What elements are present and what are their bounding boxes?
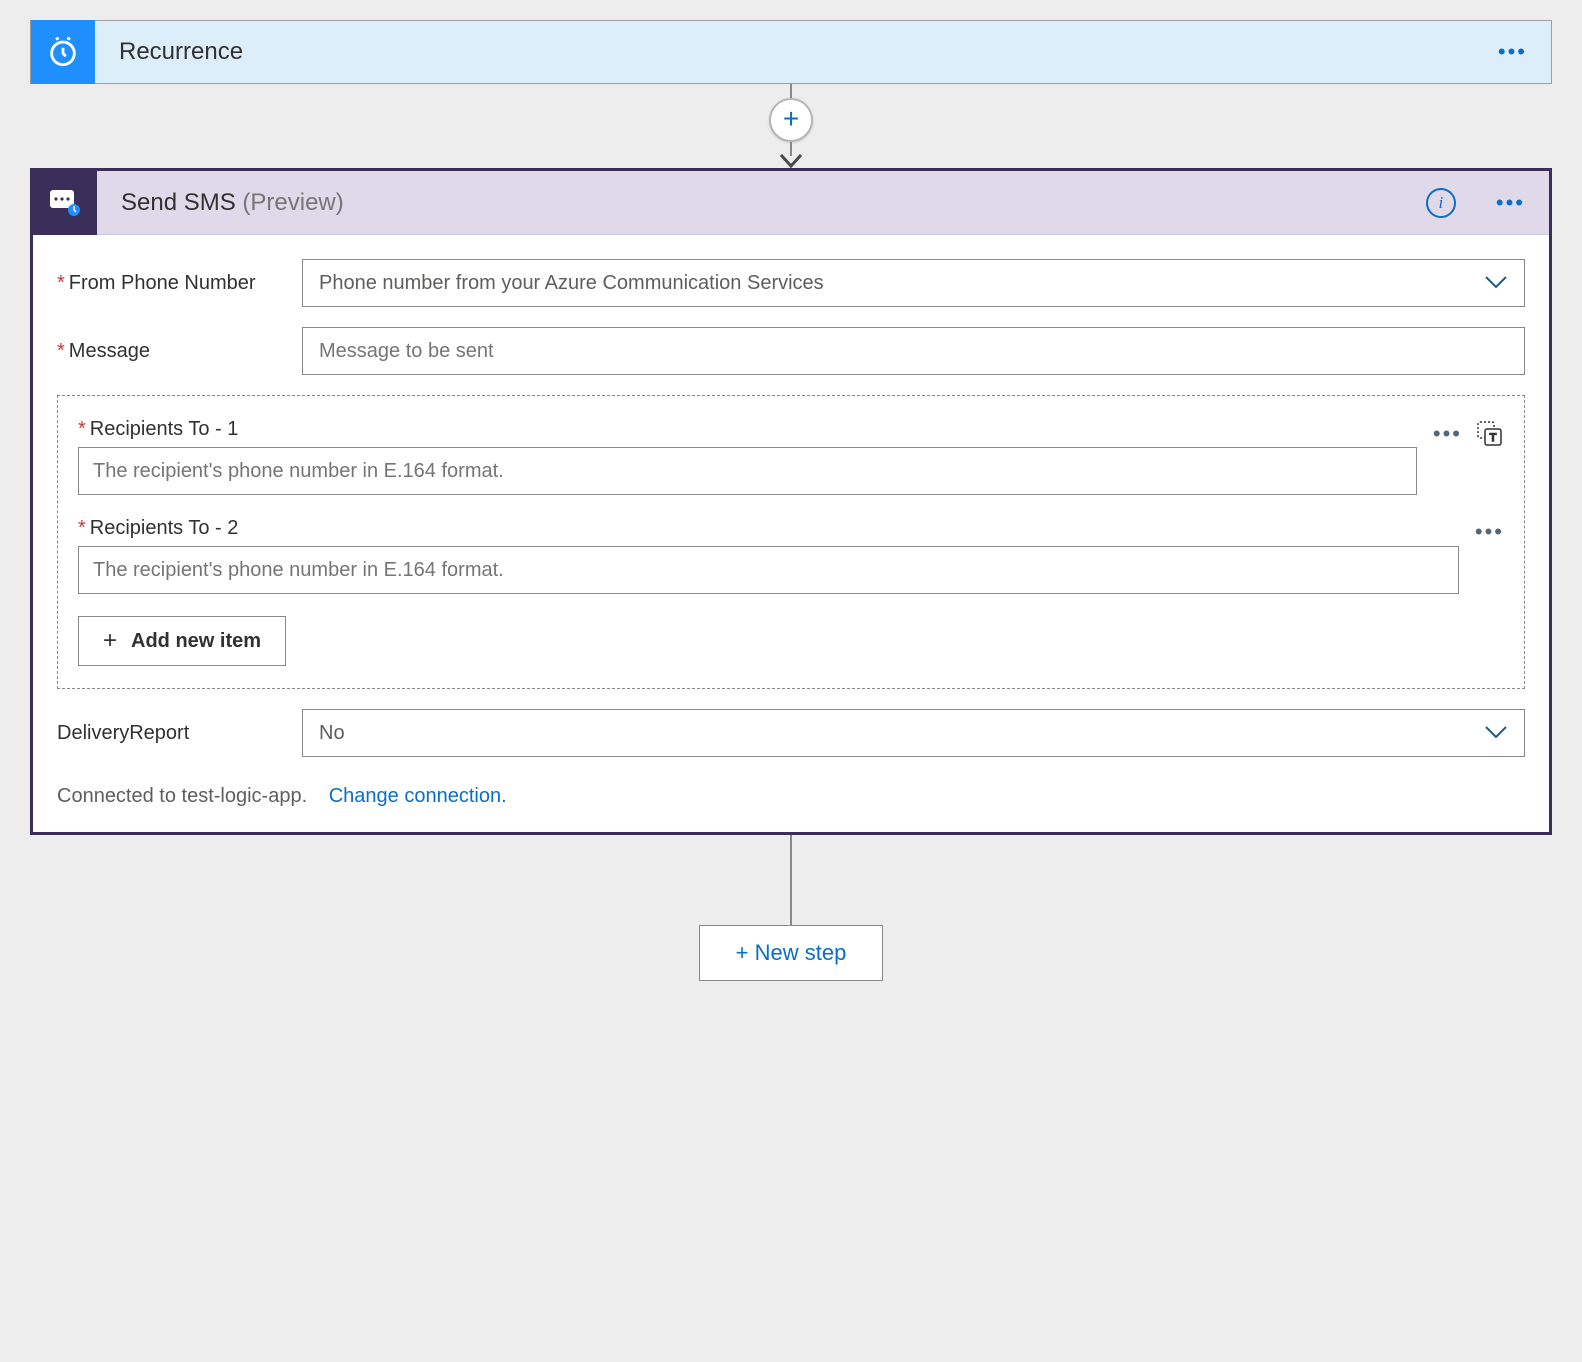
delivery-report-value: No bbox=[319, 722, 345, 745]
send-sms-header[interactable]: Send SMS (Preview) i ••• bbox=[33, 171, 1549, 235]
send-sms-body: *From Phone Number Phone number from you… bbox=[33, 235, 1549, 832]
sms-icon bbox=[33, 171, 97, 235]
send-sms-more-button[interactable]: ••• bbox=[1472, 190, 1549, 216]
recipient-input[interactable] bbox=[78, 546, 1459, 594]
recipients-array-box: *Recipients To - 1 ••• T * bbox=[57, 395, 1525, 689]
message-label: *Message bbox=[57, 340, 302, 363]
preview-badge: (Preview) bbox=[242, 189, 343, 216]
recipient-more-button[interactable]: ••• bbox=[1475, 519, 1504, 545]
arrow-down-icon bbox=[780, 154, 802, 168]
from-phone-label: *From Phone Number bbox=[57, 272, 302, 295]
delivery-report-row: DeliveryReport No bbox=[57, 709, 1525, 757]
recipient-item: *Recipients To - 1 ••• T bbox=[78, 418, 1504, 495]
recipient-item: *Recipients To - 2 ••• bbox=[78, 517, 1504, 594]
plus-icon: + bbox=[103, 627, 117, 655]
chevron-down-icon bbox=[1484, 272, 1508, 295]
add-step-between-button[interactable]: + bbox=[769, 98, 813, 142]
send-sms-title: Send SMS (Preview) bbox=[97, 189, 344, 217]
connection-info: Connected to test-logic-app. Change conn… bbox=[57, 785, 1525, 808]
recipient-more-button[interactable]: ••• bbox=[1433, 421, 1462, 447]
new-step-button[interactable]: + New step bbox=[699, 925, 884, 981]
message-input[interactable] bbox=[302, 327, 1525, 375]
from-phone-select[interactable]: Phone number from your Azure Communicati… bbox=[302, 259, 1525, 307]
info-icon[interactable]: i bbox=[1426, 188, 1456, 218]
svg-text:T: T bbox=[1490, 432, 1497, 444]
recurrence-title: Recurrence bbox=[95, 38, 1474, 66]
change-connection-link[interactable]: Change connection. bbox=[329, 785, 507, 807]
connection-text: Connected to test-logic-app. bbox=[57, 785, 307, 807]
chevron-down-icon bbox=[1484, 722, 1508, 745]
delivery-report-label: DeliveryReport bbox=[57, 722, 302, 745]
recurrence-icon bbox=[31, 20, 95, 84]
recipient-input[interactable] bbox=[78, 447, 1417, 495]
switch-to-text-mode-icon[interactable]: T bbox=[1476, 420, 1504, 448]
from-phone-value: Phone number from your Azure Communicati… bbox=[319, 272, 824, 295]
recipient-label: *Recipients To - 1 bbox=[78, 418, 1417, 441]
delivery-report-select[interactable]: No bbox=[302, 709, 1525, 757]
add-new-item-button[interactable]: + Add new item bbox=[78, 616, 286, 666]
connector: + bbox=[30, 84, 1552, 168]
plus-icon: + bbox=[783, 105, 799, 133]
recipient-label: *Recipients To - 2 bbox=[78, 517, 1459, 540]
recurrence-step-card[interactable]: Recurrence ••• bbox=[30, 20, 1552, 84]
send-sms-step-card: Send SMS (Preview) i ••• *From Phone Num… bbox=[30, 168, 1552, 835]
recurrence-more-button[interactable]: ••• bbox=[1474, 39, 1551, 65]
new-step-area: + New step bbox=[30, 835, 1552, 981]
from-phone-row: *From Phone Number Phone number from you… bbox=[57, 259, 1525, 307]
message-row: *Message bbox=[57, 327, 1525, 375]
